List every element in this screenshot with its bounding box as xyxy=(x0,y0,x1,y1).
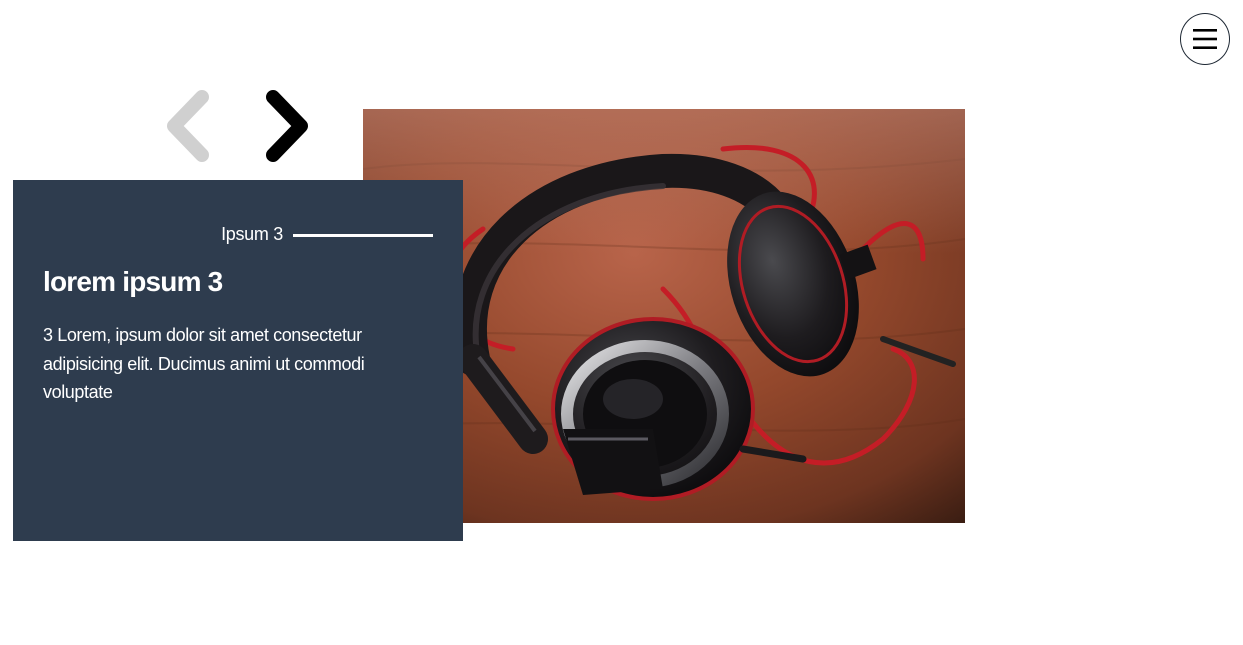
slider-next-button[interactable] xyxy=(263,88,313,164)
chevron-right-icon xyxy=(266,90,308,162)
hamburger-icon xyxy=(1193,29,1217,49)
slide-tag: Ipsum 3 xyxy=(221,224,283,244)
slide-card: Ipsum 3 lorem ipsum 3 3 Lorem, ipsum dol… xyxy=(13,180,463,541)
slide-tag-row: Ipsum 3 xyxy=(13,224,433,245)
slide-tag-divider xyxy=(293,234,433,237)
menu-button[interactable] xyxy=(1180,13,1230,65)
chevron-left-icon xyxy=(167,90,209,162)
slide-title: lorem ipsum 3 xyxy=(43,266,223,297)
slider-prev-button[interactable] xyxy=(162,88,212,164)
slide-description: 3 Lorem, ipsum dolor sit amet consectetu… xyxy=(43,325,365,402)
page: Ipsum 3 lorem ipsum 3 3 Lorem, ipsum dol… xyxy=(0,0,1243,645)
